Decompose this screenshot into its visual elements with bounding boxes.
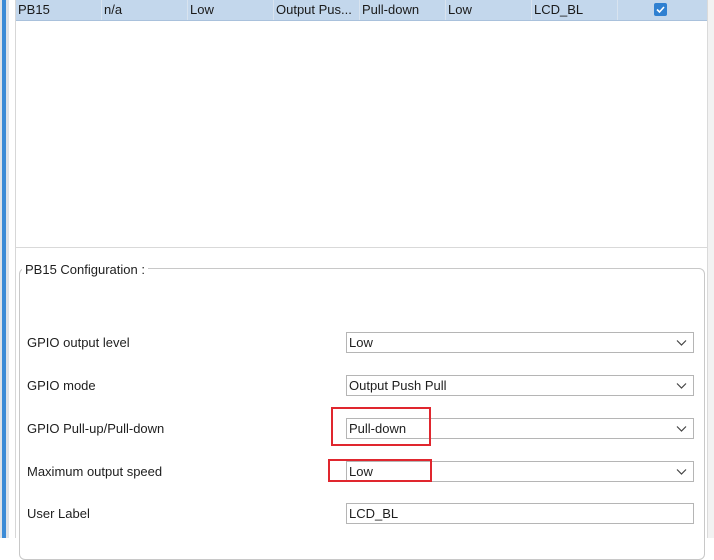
- chevron-down-icon: [676, 426, 687, 432]
- left-panel-edge: [0, 0, 9, 538]
- cell-gpio-mode: Output Pus...: [274, 0, 360, 20]
- user-label-label: User Label: [27, 506, 90, 521]
- user-label-input[interactable]: [346, 503, 694, 524]
- table-row-pb15[interactable]: PB15 n/a Low Output Pus... Pull-down Low…: [16, 0, 707, 21]
- output-level-value: Low: [349, 335, 373, 350]
- cell-output-level: Low: [188, 0, 274, 20]
- max-output-speed-label: Maximum output speed: [27, 464, 163, 479]
- cell-pull: Pull-down: [360, 0, 446, 20]
- gpio-mode-label: GPIO mode: [27, 378, 96, 393]
- chevron-down-icon: [676, 383, 687, 389]
- annotation-highlight-speed: [328, 459, 432, 482]
- cell-speed: Low: [446, 0, 532, 20]
- cell-pin-name: PB15: [16, 0, 102, 20]
- vertical-scrollbar[interactable]: [707, 0, 714, 538]
- cell-user-label: LCD_BL: [532, 0, 618, 20]
- configuration-title: PB15 Configuration :: [22, 262, 148, 277]
- left-panel-accent: [2, 0, 6, 538]
- pull-up-pull-down-label: GPIO Pull-up/Pull-down: [27, 421, 165, 436]
- annotation-highlight-pull: [331, 407, 431, 446]
- chevron-down-icon: [676, 469, 687, 475]
- modified-checkbox[interactable]: [654, 3, 667, 16]
- output-level-select[interactable]: Low: [346, 332, 694, 353]
- gpio-mode-select[interactable]: Output Push Pull: [346, 375, 694, 396]
- chevron-down-icon: [676, 340, 687, 346]
- cell-signal: n/a: [102, 0, 188, 20]
- gpio-mode-value: Output Push Pull: [349, 378, 447, 393]
- check-icon: [656, 6, 665, 14]
- gpio-pin-table: PB15 n/a Low Output Pus... Pull-down Low…: [16, 0, 707, 248]
- output-level-label: GPIO output level: [27, 335, 130, 350]
